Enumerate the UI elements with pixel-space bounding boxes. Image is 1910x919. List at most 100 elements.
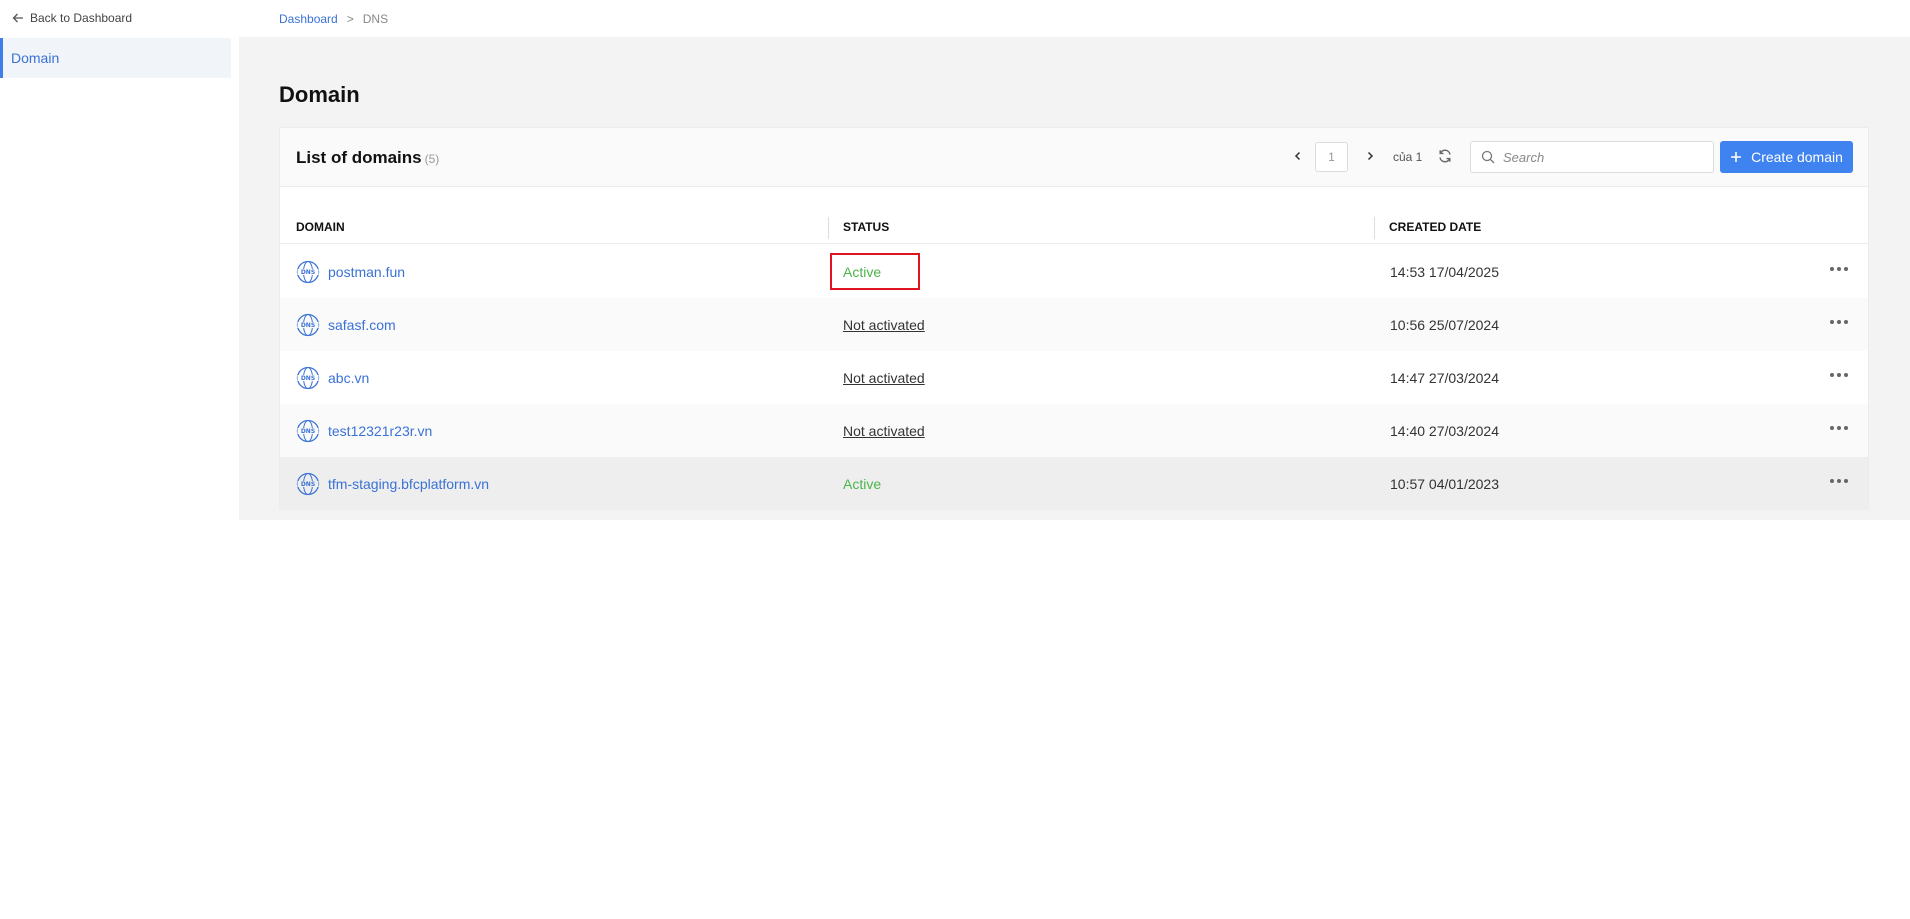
table-row[interactable]: DNS safasf.com Not activated 10:56 25/07… bbox=[280, 298, 1868, 351]
created-date-cell: 14:53 17/04/2025 bbox=[1390, 245, 1499, 298]
created-date: 14:53 17/04/2025 bbox=[1390, 263, 1499, 280]
svg-text:DNS: DNS bbox=[301, 322, 315, 329]
more-dot bbox=[1837, 267, 1841, 271]
plus-icon bbox=[1731, 152, 1742, 162]
created-date-cell: 10:56 25/07/2024 bbox=[1390, 298, 1499, 351]
create-domain-button[interactable]: Create domain bbox=[1720, 141, 1853, 173]
domain-cell: DNS tfm-staging.bfcplatform.vn bbox=[296, 457, 489, 510]
breadcrumb-current: DNS bbox=[362, 12, 389, 26]
status-cell: Not activated bbox=[843, 404, 925, 457]
more-dot bbox=[1837, 373, 1841, 377]
domain-cell: DNS safasf.com bbox=[296, 298, 396, 351]
domain-list-card: List of domains (5) 1 của 1 Search Creat… bbox=[279, 127, 1869, 510]
table-header: DOMAIN STATUS CREATED DATE bbox=[280, 209, 1868, 244]
domain-link[interactable]: safasf.com bbox=[328, 317, 396, 333]
created-date-cell: 10:57 04/01/2023 bbox=[1390, 457, 1499, 510]
status-cell: Active bbox=[843, 457, 881, 510]
domain-cell: DNS abc.vn bbox=[296, 351, 369, 404]
breadcrumb: Dashboard > DNS bbox=[279, 12, 388, 26]
pager-page-input[interactable]: 1 bbox=[1315, 142, 1348, 172]
create-domain-label: Create domain bbox=[1751, 149, 1843, 165]
refresh-icon[interactable] bbox=[1437, 148, 1453, 164]
dns-globe-icon: DNS bbox=[296, 260, 320, 283]
card-header: List of domains (5) 1 của 1 Search Creat… bbox=[280, 128, 1868, 187]
status-badge[interactable]: Not activated bbox=[843, 370, 925, 386]
breadcrumb-dashboard-link[interactable]: Dashboard bbox=[279, 12, 338, 26]
more-dot bbox=[1837, 479, 1841, 483]
row-more-button[interactable] bbox=[1830, 477, 1848, 485]
status-cell: Active bbox=[843, 245, 881, 298]
status-cell: Not activated bbox=[843, 298, 925, 351]
status-badge: Active bbox=[843, 263, 882, 280]
table-row[interactable]: DNS abc.vn Not activated 14:47 27/03/202… bbox=[280, 351, 1868, 404]
card-title-text: List of domains bbox=[296, 148, 422, 167]
more-dot bbox=[1830, 373, 1834, 377]
created-date: 10:57 04/01/2023 bbox=[1390, 475, 1499, 492]
more-dot bbox=[1830, 426, 1834, 430]
back-to-dashboard-link[interactable]: Back to Dashboard bbox=[12, 11, 132, 25]
domain-cell: DNS test12321r23r.vn bbox=[296, 404, 432, 457]
column-header-created-date: CREATED DATE bbox=[1389, 219, 1482, 234]
table-row[interactable]: DNS tfm-staging.bfcplatform.vn Active 10… bbox=[280, 457, 1868, 510]
domain-link[interactable]: test12321r23r.vn bbox=[328, 423, 432, 439]
more-dot bbox=[1844, 320, 1848, 324]
more-dot bbox=[1830, 479, 1834, 483]
main-content: Domain List of domains (5) 1 của 1 Searc… bbox=[239, 37, 1910, 520]
svg-text:DNS: DNS bbox=[301, 428, 315, 435]
row-more-button[interactable] bbox=[1830, 424, 1848, 432]
more-dot bbox=[1844, 479, 1848, 483]
row-more-button[interactable] bbox=[1830, 265, 1848, 273]
column-divider bbox=[1374, 217, 1375, 239]
created-date-cell: 14:40 27/03/2024 bbox=[1390, 404, 1499, 457]
sidebar-item-label: Domain bbox=[11, 50, 60, 66]
status-cell: Not activated bbox=[843, 351, 925, 404]
card-title: List of domains (5) bbox=[296, 148, 439, 168]
breadcrumb-separator: > bbox=[346, 12, 354, 26]
column-header-status: STATUS bbox=[843, 219, 890, 234]
more-dot bbox=[1837, 320, 1841, 324]
more-dot bbox=[1837, 426, 1841, 430]
search-icon bbox=[1481, 150, 1495, 164]
table-row[interactable]: DNS postman.fun Active 14:53 17/04/2025 bbox=[280, 245, 1868, 298]
svg-text:DNS: DNS bbox=[301, 375, 315, 382]
column-header-domain: DOMAIN bbox=[296, 219, 345, 234]
status-badge[interactable]: Not activated bbox=[843, 317, 925, 333]
svg-text:DNS: DNS bbox=[301, 481, 315, 488]
status-badge: Active bbox=[843, 475, 882, 492]
topbar: Dashboard > DNS bbox=[239, 0, 1910, 37]
domain-link[interactable]: abc.vn bbox=[328, 370, 369, 386]
pager-next-button[interactable] bbox=[1362, 148, 1378, 164]
domain-link[interactable]: tfm-staging.bfcplatform.vn bbox=[328, 476, 489, 492]
created-date: 14:47 27/03/2024 bbox=[1390, 369, 1499, 386]
domain-count: (5) bbox=[424, 152, 440, 166]
row-more-button[interactable] bbox=[1830, 318, 1848, 326]
more-dot bbox=[1844, 373, 1848, 377]
more-dot bbox=[1844, 267, 1848, 271]
back-to-dashboard-label: Back to Dashboard bbox=[30, 11, 133, 25]
dns-globe-icon: DNS bbox=[296, 313, 320, 336]
search-box bbox=[1470, 141, 1714, 173]
row-more-button[interactable] bbox=[1830, 371, 1848, 379]
created-date-cell: 14:47 27/03/2024 bbox=[1390, 351, 1499, 404]
created-date: 14:40 27/03/2024 bbox=[1390, 422, 1499, 439]
dns-globe-icon: DNS bbox=[296, 419, 320, 442]
search-input[interactable] bbox=[1503, 149, 1703, 165]
table-row[interactable]: DNS test12321r23r.vn Not activated 14:40… bbox=[280, 404, 1868, 457]
sidebar: Back to Dashboard Domain bbox=[0, 0, 239, 919]
domain-link[interactable]: postman.fun bbox=[328, 264, 405, 280]
sidebar-item-domain[interactable]: Domain bbox=[0, 38, 231, 78]
status-badge[interactable]: Not activated bbox=[843, 423, 925, 439]
column-divider bbox=[828, 217, 829, 239]
dns-globe-icon: DNS bbox=[296, 472, 320, 495]
chevron-left-icon bbox=[1294, 151, 1301, 161]
more-dot bbox=[1844, 426, 1848, 430]
created-date: 10:56 25/07/2024 bbox=[1390, 316, 1499, 333]
more-dot bbox=[1830, 267, 1834, 271]
dns-globe-icon: DNS bbox=[296, 366, 320, 389]
arrow-left-icon bbox=[12, 13, 23, 23]
pager-total-label: của 1 bbox=[1393, 150, 1423, 164]
page-title: Domain bbox=[279, 82, 360, 107]
pager-prev-button[interactable] bbox=[1290, 148, 1306, 164]
domain-cell: DNS postman.fun bbox=[296, 245, 405, 298]
more-dot bbox=[1830, 320, 1834, 324]
